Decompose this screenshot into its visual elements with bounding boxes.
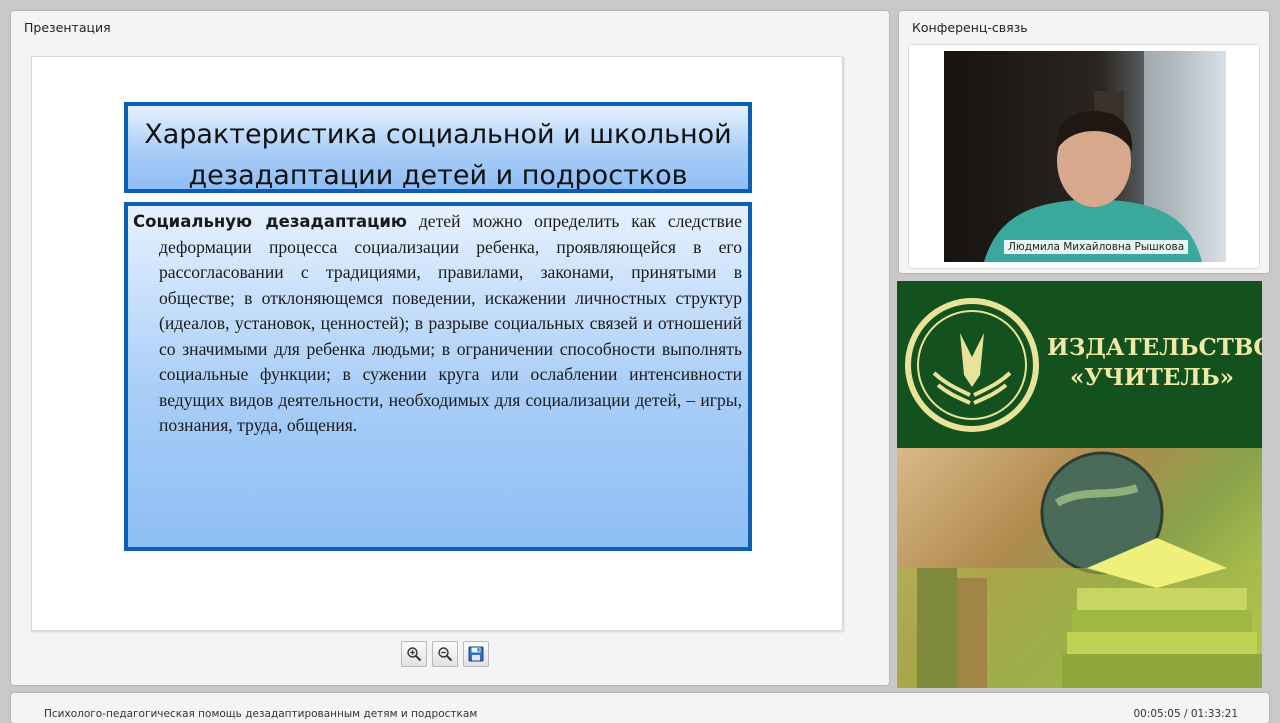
slide-body-bold: Социальную дезадаптацию <box>133 212 407 231</box>
floppy-disk-icon <box>468 646 484 662</box>
presentation-panel: Презентация Характеристика социальной и … <box>11 11 889 685</box>
zoom-out-button[interactable] <box>432 641 458 667</box>
zoom-out-icon <box>438 647 453 662</box>
slide-title: Характеристика социальной и школьной дез… <box>144 119 732 191</box>
slide-toolbar <box>401 641 489 667</box>
save-button[interactable] <box>463 641 489 667</box>
video-frame: Людмила Михайловна Рышкова <box>908 44 1260 269</box>
status-bar: Психолого-педагогическая помощь дезадапт… <box>11 693 1269 723</box>
conference-panel-title: Конференц-связь <box>912 20 1028 35</box>
publisher-banner: ИЗДАТЕЛЬСТВО «УЧИТЕЛЬ» <box>897 281 1262 688</box>
publisher-banner-image <box>897 448 1262 688</box>
conference-panel: Конференц-связь Людмила Михайловна Рышко… <box>899 11 1269 273</box>
presentation-panel-title: Презентация <box>24 20 111 35</box>
slide-title-box: Характеристика социальной и школьной дез… <box>124 102 752 193</box>
books-globe-illustration <box>897 451 1262 688</box>
playback-timecode: 00:05:05 / 01:33:21 <box>1133 708 1238 720</box>
speaker-silhouette <box>984 51 1226 262</box>
speaker-name-label: Людмила Михайловна Рышкова <box>1004 240 1189 254</box>
slide-body: Социальную дезадаптацию детей можно опре… <box>133 209 742 439</box>
slide-viewer[interactable]: Характеристика социальной и школьной дез… <box>31 56 843 631</box>
publisher-banner-top: ИЗДАТЕЛЬСТВО «УЧИТЕЛЬ» <box>897 281 1262 448</box>
speaker-video[interactable]: Людмила Михайловна Рышкова <box>944 51 1226 262</box>
slide-body-box: Социальную дезадаптацию детей можно опре… <box>124 202 752 551</box>
publisher-name: ИЗДАТЕЛЬСТВО «УЧИТЕЛЬ» <box>1047 334 1262 391</box>
publisher-logo-icon <box>905 298 1039 432</box>
zoom-in-icon <box>407 647 422 662</box>
slide-body-text: детей можно определить как следствие деф… <box>159 211 742 435</box>
course-title: Психолого-педагогическая помощь дезадапт… <box>44 708 478 720</box>
zoom-in-button[interactable] <box>401 641 427 667</box>
